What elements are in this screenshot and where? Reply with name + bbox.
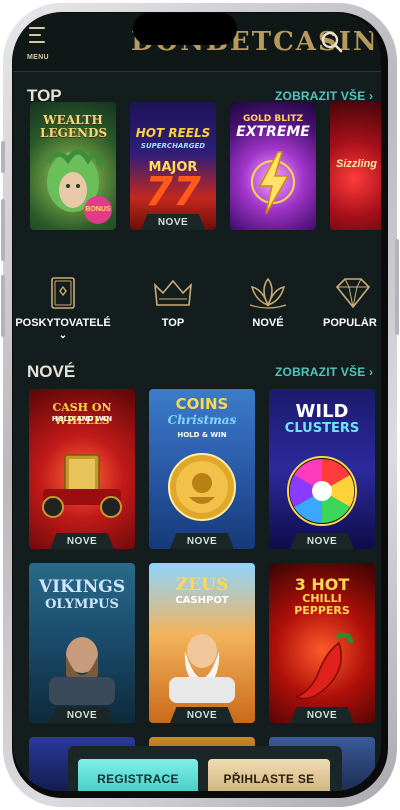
category-popular[interactable]: POPULÁR [323,275,381,329]
phone-volume-up-button [1,199,5,261]
phone-action-button [1,141,5,173]
game-title: HOT REELS [135,126,211,140]
new-badge: NOVE [170,707,234,723]
game-extra: HOLD & WIN [177,431,227,439]
viking-illustration [49,637,115,705]
chevron-down-icon: ⌄ [58,330,68,341]
category-new[interactable]: NOVÉ [228,275,308,329]
game-title: GOLD BLITZ [243,114,303,124]
game-title: WEALTH LEGENDS [40,113,108,140]
new-badge: NOVE [50,707,114,723]
app-screen: MENU DONBETCASINO TOP ZOBRAZIT VŠE › WEA… [13,13,381,791]
register-button[interactable]: REGISTRACE [78,759,198,791]
game-card-wild-clusters[interactable]: WILD CLUSTERS NOVE [269,389,375,549]
game-title: COINS [175,395,229,413]
see-all-label: ZOBRAZIT VŠE [275,89,366,103]
top-see-all-link[interactable]: ZOBRAZIT VŠE › [275,89,373,103]
seven-symbol: 77 [145,169,201,215]
see-all-label: ZOBRAZIT VŠE [275,365,366,379]
game-subtitle: CASHPOT [175,595,229,606]
game-card-coins-christmas[interactable]: COINS Christmas HOLD & WIN NOVE [149,389,255,549]
zeus-illustration [169,634,235,703]
car-illustration [42,454,122,518]
chevron-right-icon: › [368,89,374,103]
search-button[interactable] [319,29,345,55]
new-badge: NOVE [290,533,354,549]
game-title: ZEUS [175,575,229,595]
lightning-bolt-icon [251,151,295,215]
login-button[interactable]: PŘIHLASTE SE [208,759,330,791]
category-label: NOVÉ [252,317,284,329]
category-top[interactable]: TOP [133,275,213,329]
dynamic-island [133,13,237,45]
game-card-cash-on-wheels[interactable]: CASH ON WHEELS HOLD AND WIN NOVE [29,389,135,549]
color-wheel-icon [287,456,357,526]
new-badge: NOVE [290,707,354,723]
game-subtitle: HOLD AND WIN [51,415,113,423]
game-card-gold-blitz[interactable]: GOLD BLITZ EXTREME [230,102,316,230]
game-title: VIKINGS [38,577,126,597]
chilli-pepper-icon [295,632,354,700]
auth-cta-bar: REGISTRACE PŘIHLASTE SE [68,746,342,791]
game-card-wealth-legends[interactable]: WEALTH LEGENDS BONUS [30,102,116,230]
diamond-icon [335,278,371,309]
phone-volume-down-button [1,275,5,337]
hamburger-icon [29,27,45,29]
crown-icon [153,279,193,306]
chevron-right-icon: › [368,365,374,379]
game-card-hot-reels[interactable]: HOT REELS SUPERCHARGED MAJOR 77 NOVE [130,102,216,230]
hamburger-icon-line [29,34,41,36]
menu-button[interactable]: MENU [23,27,53,63]
section-title-new: NOVÉ [27,362,76,381]
phone-power-button [395,239,399,335]
gold-coin-icon [168,453,236,521]
new-badge: NOVE [170,533,234,549]
new-badge: NOVE [141,214,205,230]
category-label: POSKYTOVATELÉ [15,317,111,329]
game-subtitle: EXTREME [236,124,310,140]
category-providers[interactable]: POSKYTOVATELÉ ⌄ [13,275,113,341]
game-subtitle: CHILLI PEPPERS [294,592,350,617]
game-subtitle: Christmas [167,413,237,427]
game-card-sizzling[interactable]: Sizzling [330,102,381,230]
game-title: WILD [295,401,349,422]
new-badge: NOVE [50,533,114,549]
lotus-icon [249,277,287,309]
game-title: CASH ON WHEELS [52,401,112,427]
game-title: Sizzling [336,158,377,170]
search-icon [321,31,343,53]
game-subtitle: OLYMPUS [45,597,119,612]
game-subtitle: SUPERCHARGED [140,142,206,150]
menu-label: MENU [27,54,49,61]
hamburger-icon-line [29,41,45,43]
category-label: TOP [161,317,185,329]
game-card-vikings-olympus[interactable]: VIKINGS OLYMPUS NOVE [29,563,135,723]
game-card-3-hot-chilli-peppers[interactable]: 3 HOT CHILLI PEPPERS NOVE [269,563,375,723]
game-card-zeus-cashpot[interactable]: ZEUS CASHPOT NOVE [149,563,255,723]
bonus-badge: BONUS [84,196,112,224]
game-subtitle: CLUSTERS [284,421,360,436]
category-label: POPULÁR [323,317,377,329]
providers-icon [51,277,75,309]
new-see-all-link[interactable]: ZOBRAZIT VŠE › [275,365,373,379]
